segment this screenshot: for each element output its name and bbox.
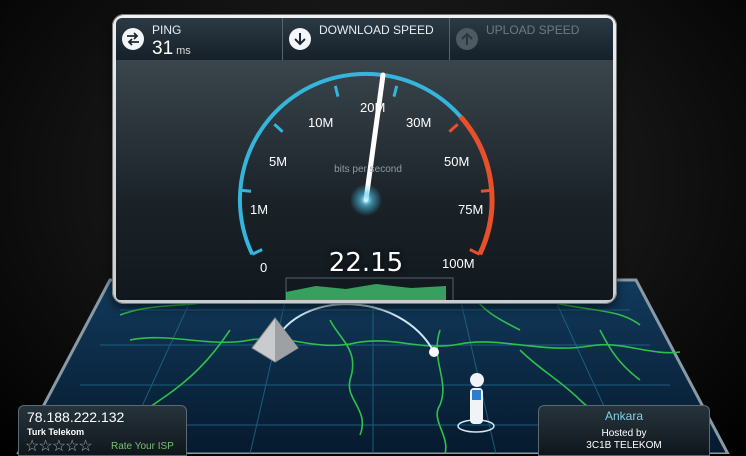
tick-label: 1M [250, 202, 269, 217]
download-arrow-icon [289, 28, 311, 50]
ip-address: 78.188.222.132 [27, 409, 125, 425]
rate-isp-link[interactable]: Rate Your ISP [111, 441, 174, 452]
tick-label: 20M [360, 100, 386, 115]
result-header: PING 31 ms DOWNLOAD SPEED UPLOAD SPEED [116, 18, 613, 60]
ping-unit: ms [176, 45, 191, 57]
gauge-panel: PING 31 ms DOWNLOAD SPEED UPLOAD SPEED 0… [112, 14, 617, 304]
tick-label: 75M [458, 202, 484, 217]
needle-hub [350, 184, 382, 216]
unit-label: bits per second [334, 164, 402, 175]
tick-label: 10M [308, 115, 334, 130]
tick-label: 30M [406, 115, 432, 130]
server-info: Ankara Hosted by 3C1B TELEKOM [538, 405, 710, 456]
gauge-needle [363, 72, 386, 203]
upload-arrow-icon [456, 28, 478, 50]
rating-stars[interactable]: ☆☆☆☆☆ [25, 436, 93, 456]
ping-label: PING [152, 23, 182, 37]
ping-value: 31 ms [152, 38, 191, 60]
upload-label: UPLOAD SPEED [486, 23, 580, 37]
gauge: 0 1M 5M 10M 20M 30M 50M 75M 100M bits pe… [116, 60, 613, 300]
tick-label: 100M [442, 256, 475, 271]
download-label: DOWNLOAD SPEED [319, 23, 434, 37]
speedtest-stage: PING 31 ms DOWNLOAD SPEED UPLOAD SPEED 0… [0, 0, 746, 456]
client-info: 78.188.222.132 Turk Telekom ☆☆☆☆☆ Rate Y… [18, 405, 187, 456]
top-ticker [0, 0, 746, 6]
live-graph [286, 284, 446, 300]
host-name: 3C1B TELEKOM [586, 440, 662, 451]
speed-reading: 22.15 [328, 248, 404, 278]
tick-label: 0 [260, 260, 268, 275]
tick-label: 50M [444, 154, 470, 169]
hosted-by-label: Hosted by [601, 428, 647, 439]
ping-cell: PING 31 ms [116, 18, 282, 60]
tick-label: 5M [269, 154, 288, 169]
server-city[interactable]: Ankara [539, 409, 709, 423]
upload-cell: UPLOAD SPEED [450, 18, 613, 60]
ping-icon [122, 28, 144, 50]
ping-number: 31 [152, 38, 174, 59]
gauge-arc-high [458, 115, 495, 256]
download-cell: DOWNLOAD SPEED [283, 18, 449, 60]
